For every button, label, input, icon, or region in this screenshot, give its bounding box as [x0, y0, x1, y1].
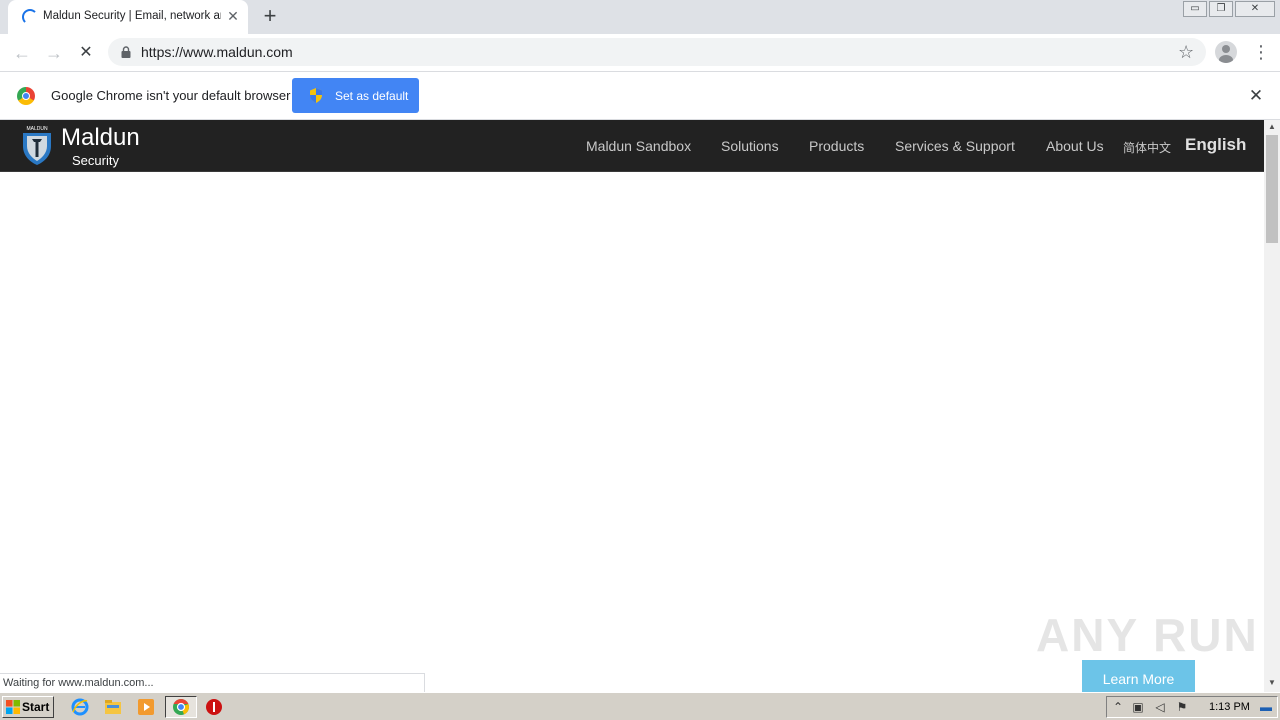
action-center-flag-icon[interactable]: ⚑ [1175, 700, 1189, 714]
set-as-default-label: Set as default [335, 89, 409, 103]
scrollbar-thumb[interactable] [1266, 135, 1278, 243]
uac-shield-icon [310, 88, 322, 103]
nav-maldun-sandbox[interactable]: Maldun Sandbox [586, 138, 691, 154]
profile-avatar-icon[interactable] [1215, 41, 1237, 63]
chrome-icon [173, 699, 189, 715]
nav-lang-english[interactable]: English [1185, 135, 1246, 155]
browser-tab[interactable]: Maldun Security | Email, network and ✕ [8, 0, 248, 34]
infobar-close-icon[interactable]: ✕ [1247, 86, 1265, 106]
nav-about-us[interactable]: About Us [1046, 138, 1104, 154]
tray-expand-icon[interactable]: ⌃ [1111, 700, 1125, 714]
opera-stop-icon[interactable] [205, 698, 223, 716]
taskbar-chrome-button[interactable] [165, 696, 197, 718]
file-explorer-icon[interactable] [104, 698, 122, 716]
scroll-up-arrow-icon[interactable]: ▲ [1264, 120, 1280, 134]
site-logo-subtitle: Security [72, 153, 119, 168]
chrome-menu-icon[interactable]: ⋮ [1252, 40, 1270, 64]
tab-title: Maldun Security | Email, network and [43, 10, 221, 22]
infobar-message: Google Chrome isn't your default browser [51, 88, 291, 103]
anyrun-watermark: ANY RUN [1036, 609, 1259, 661]
loading-spinner-icon [22, 9, 38, 25]
maldun-shield-logo-icon[interactable]: MALDUN [20, 124, 54, 166]
default-browser-infobar: Google Chrome isn't your default browser… [0, 72, 1280, 120]
tab-close-icon[interactable]: ✕ [224, 6, 242, 26]
url-text[interactable]: https://www.maldun.com [141, 44, 293, 60]
windows-flag-icon [6, 700, 20, 714]
minimize-button[interactable]: ▭ [1183, 1, 1207, 17]
browser-toolbar: ← → ✕ https://www.maldun.com ☆ ⋮ [0, 34, 1280, 72]
start-label: Start [22, 700, 50, 714]
start-button[interactable]: Start [2, 696, 54, 718]
internet-explorer-icon[interactable] [71, 698, 89, 716]
windows-taskbar: Start ⌃ ▣ ◁ ⚑ 1:13 PM ▬ [0, 692, 1280, 720]
learn-more-button[interactable]: Learn More [1082, 660, 1195, 692]
chrome-logo-icon [17, 87, 35, 105]
nav-products[interactable]: Products [809, 138, 864, 154]
network-icon[interactable]: ▣ [1131, 700, 1145, 714]
close-window-button[interactable]: ✕ [1235, 1, 1275, 17]
status-bar: Waiting for www.maldun.com... [0, 673, 425, 692]
nav-lang-chinese[interactable]: 简体中文 [1123, 139, 1171, 156]
system-tray: ⌃ ▣ ◁ ⚑ 1:13 PM ▬ [1106, 696, 1278, 718]
logo-badge-text: MALDUN [26, 126, 48, 132]
scroll-down-arrow-icon[interactable]: ▼ [1264, 676, 1280, 690]
page-scrollbar[interactable]: ▲ ▼ [1264, 120, 1280, 692]
new-tab-button[interactable]: + [259, 5, 281, 27]
volume-icon[interactable]: ◁ [1153, 700, 1167, 714]
media-player-icon[interactable] [137, 698, 155, 716]
restore-button[interactable]: ❐ [1209, 1, 1233, 17]
forward-button[interactable]: → [41, 40, 67, 66]
address-bar[interactable]: https://www.maldun.com ☆ [108, 38, 1206, 66]
taskbar-clock[interactable]: 1:13 PM [1209, 701, 1250, 713]
nav-solutions[interactable]: Solutions [721, 138, 779, 154]
site-logo-name[interactable]: Maldun [61, 124, 140, 152]
set-as-default-button[interactable]: Set as default [292, 78, 419, 113]
site-header: MALDUN Maldun Security Maldun Sandbox So… [0, 120, 1264, 172]
stop-loading-button[interactable]: ✕ [73, 40, 99, 66]
page-viewport: MALDUN Maldun Security Maldun Sandbox So… [0, 120, 1264, 692]
tab-strip: Maldun Security | Email, network and ✕ +… [0, 0, 1280, 34]
nav-services-support[interactable]: Services & Support [895, 138, 1015, 154]
lock-icon [121, 46, 131, 58]
show-desktop-icon[interactable]: ▬ [1259, 700, 1273, 714]
bookmark-star-icon[interactable]: ☆ [1178, 41, 1194, 63]
back-button[interactable]: ← [9, 40, 35, 66]
